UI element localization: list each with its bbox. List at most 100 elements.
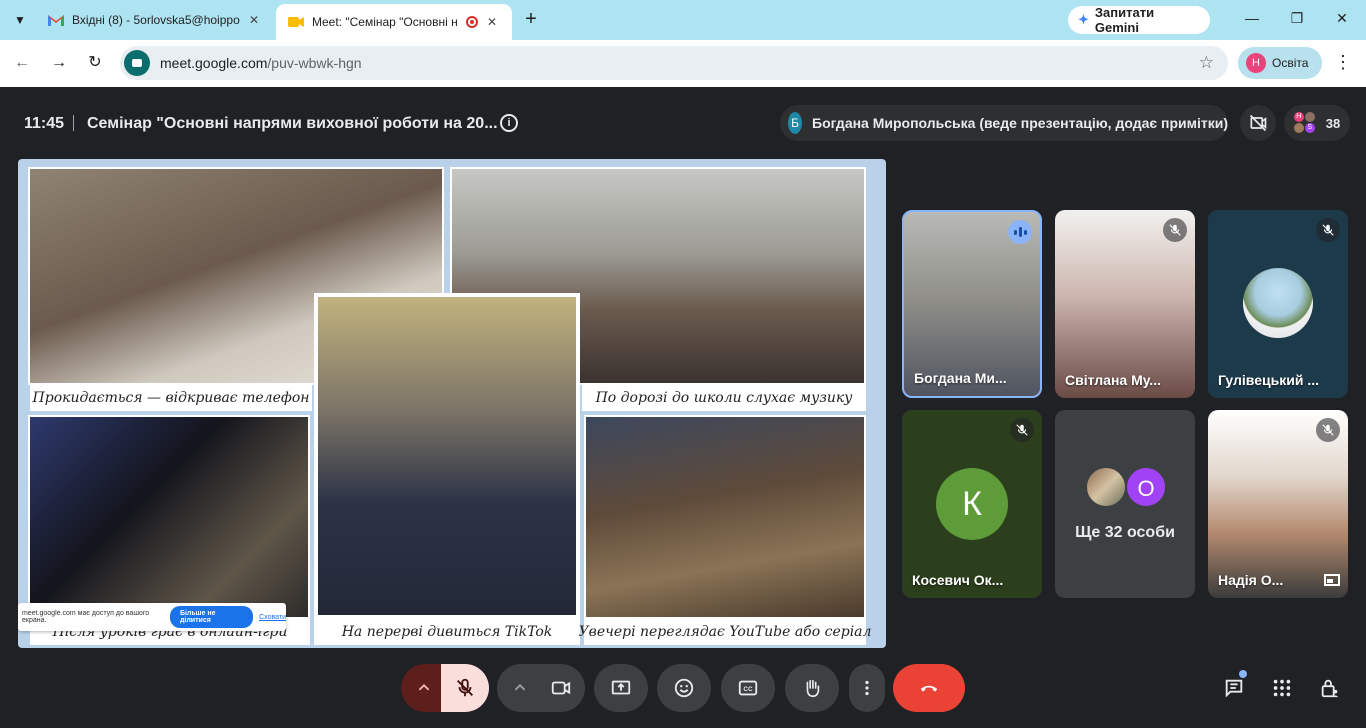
chat-icon [1225,679,1243,698]
participant-name: Гулівецький ... [1218,372,1319,388]
microphone-toggle-button[interactable] [441,664,489,712]
host-controls-button[interactable] [1318,676,1342,700]
apps-grid-icon [1273,679,1291,697]
svg-text:CC: CC [743,686,753,693]
profile-button[interactable]: Н Освіта [1238,47,1322,79]
browser-tab-bar: ▼ Вхідні (8) - 5orlovska5@hoippo ✕ Meet:… [0,0,1366,40]
picture-in-picture-icon[interactable] [1324,574,1340,586]
participant-name: Богдана Ми... [914,370,1007,386]
more-participants-avatars: О [1085,466,1167,508]
screen-share-notice: meet.google.com має доступ до вашого екр… [18,603,286,631]
gmail-icon [48,15,64,26]
lock-person-icon [1321,679,1339,698]
participant-avatar [1243,268,1313,338]
participant-tile[interactable]: К Косевич Ок... [902,410,1042,598]
participant-tile[interactable]: Світлана Му... [1055,210,1195,398]
caption-1: Прокидається — відкриває телефон [30,385,312,411]
meeting-clock: 11:45 [24,115,65,132]
participant-count: 38 [1325,115,1341,131]
camera-toggle-button[interactable] [537,664,585,712]
presenter-status-text: Богдана Миропольська (веде презентацію, … [812,115,1228,131]
chat-button[interactable] [1222,676,1246,700]
presenter-chip[interactable]: Б Богдана Миропольська (веде презентацію… [780,105,1228,141]
reload-icon[interactable]: ↻ [83,51,107,75]
chat-notification-dot [1239,670,1247,678]
ask-gemini-label: Запитати Gemini [1094,5,1155,35]
captions-button[interactable]: CC [721,664,775,712]
participant-avatar [1085,466,1127,508]
photo-watching-youtube [584,415,866,619]
more-vert-icon [865,680,869,696]
hang-up-icon [920,685,938,692]
tab-meet-title: Meet: "Семінар "Основні н [312,15,458,29]
tab-meet[interactable]: Meet: "Семінар "Основні н ✕ [276,4,512,40]
caption-5: Увечері переглядає YouTube або серіал [579,619,871,645]
recording-indicator-icon [466,16,478,28]
restore-window-button[interactable]: ❐ [1287,10,1307,30]
emoji-icon [674,678,694,698]
address-bar[interactable]: meet.google.com/puv-wbwk-hgn ☆ [120,46,1228,80]
participant-name: Косевич Ок... [912,572,1004,588]
new-tab-button[interactable]: + [520,9,542,31]
bookmark-star-icon[interactable]: ☆ [1199,53,1214,73]
participant-name: Світлана Му... [1065,372,1161,388]
participant-avatar: О [1125,466,1167,508]
participant-mini-avatars: Н S [1293,112,1316,134]
more-options-button[interactable] [849,664,885,712]
mic-off-icon [1316,418,1340,442]
back-arrow-icon[interactable]: ← [10,51,34,75]
hide-notice-link[interactable]: Сховати [259,614,286,621]
close-window-button[interactable]: ✕ [1332,10,1352,30]
more-participants-label: Ще 32 особи [1075,524,1175,541]
hide-video-icon[interactable] [1240,105,1276,141]
profile-avatar: Н [1246,53,1266,73]
presentation-slide: Прокидається — відкриває телефон По доро… [18,159,886,648]
close-tab-icon[interactable]: ✕ [484,14,500,30]
participant-avatar: К [936,468,1008,540]
tab-gmail[interactable]: Вхідні (8) - 5orlovska5@hoippo ✕ [36,4,274,36]
more-participants-tile[interactable]: О Ще 32 особи [1055,410,1195,598]
present-screen-icon [611,680,631,695]
minimize-window-button[interactable]: — [1242,10,1262,30]
participant-tile[interactable]: Надія О... [1208,410,1348,598]
tab-search-chevron-icon[interactable]: ▼ [8,9,32,31]
people-count-button[interactable]: Н S 38 [1284,105,1350,141]
browser-menu-icon[interactable]: ⋮ [1334,52,1352,73]
gemini-sparkle-icon: ✦ [1078,12,1089,27]
mic-off-icon [1316,218,1340,242]
participant-tile[interactable]: Гулівецький ... [1208,210,1348,398]
forward-arrow-icon[interactable]: → [47,51,71,75]
chevron-up-icon [418,683,430,691]
caption-4: На перерві дивиться TikTok [314,619,580,645]
closed-captions-icon: CC [738,680,758,696]
mic-off-icon [1010,418,1034,442]
raise-hand-icon [806,679,820,698]
mic-off-icon [1163,218,1187,242]
share-notice-text: meet.google.com має доступ до вашого екр… [22,610,150,624]
mic-off-icon [457,678,473,697]
presenter-avatar: Б [788,112,803,134]
camera-icon [551,681,571,695]
ask-gemini-button[interactable]: ✦ Запитати Gemini [1068,5,1210,35]
reactions-button[interactable] [657,664,711,712]
meet-icon [288,17,304,27]
photo-break-tiktok [314,293,580,619]
browser-toolbar: ← → ↻ meet.google.com/puv-wbwk-hgn ☆ Н О… [0,40,1366,87]
meeting-info-icon[interactable]: i [500,114,518,132]
activities-button[interactable] [1270,676,1294,700]
participant-tile[interactable]: Богдана Ми... [902,210,1042,398]
profile-label: Освіта [1272,56,1309,70]
chevron-up-icon [514,683,526,691]
tab-gmail-title: Вхідні (8) - 5orlovska5@hoippo [72,13,240,27]
leave-call-button[interactable] [893,664,965,712]
raise-hand-button[interactable] [785,664,839,712]
stop-sharing-button[interactable]: Більше не ділитися [169,606,254,628]
meeting-title: Семінар "Основні напрями виховної роботи… [87,115,498,132]
meeting-header: 11:45 Семінар "Основні напрями виховної … [0,87,1366,159]
site-info-icon[interactable] [124,50,150,76]
url-text: meet.google.com/puv-wbwk-hgn [160,55,362,71]
close-tab-icon[interactable]: ✕ [246,12,262,28]
header-divider [73,115,74,131]
present-screen-button[interactable] [594,664,648,712]
participant-name: Надія О... [1218,572,1284,588]
